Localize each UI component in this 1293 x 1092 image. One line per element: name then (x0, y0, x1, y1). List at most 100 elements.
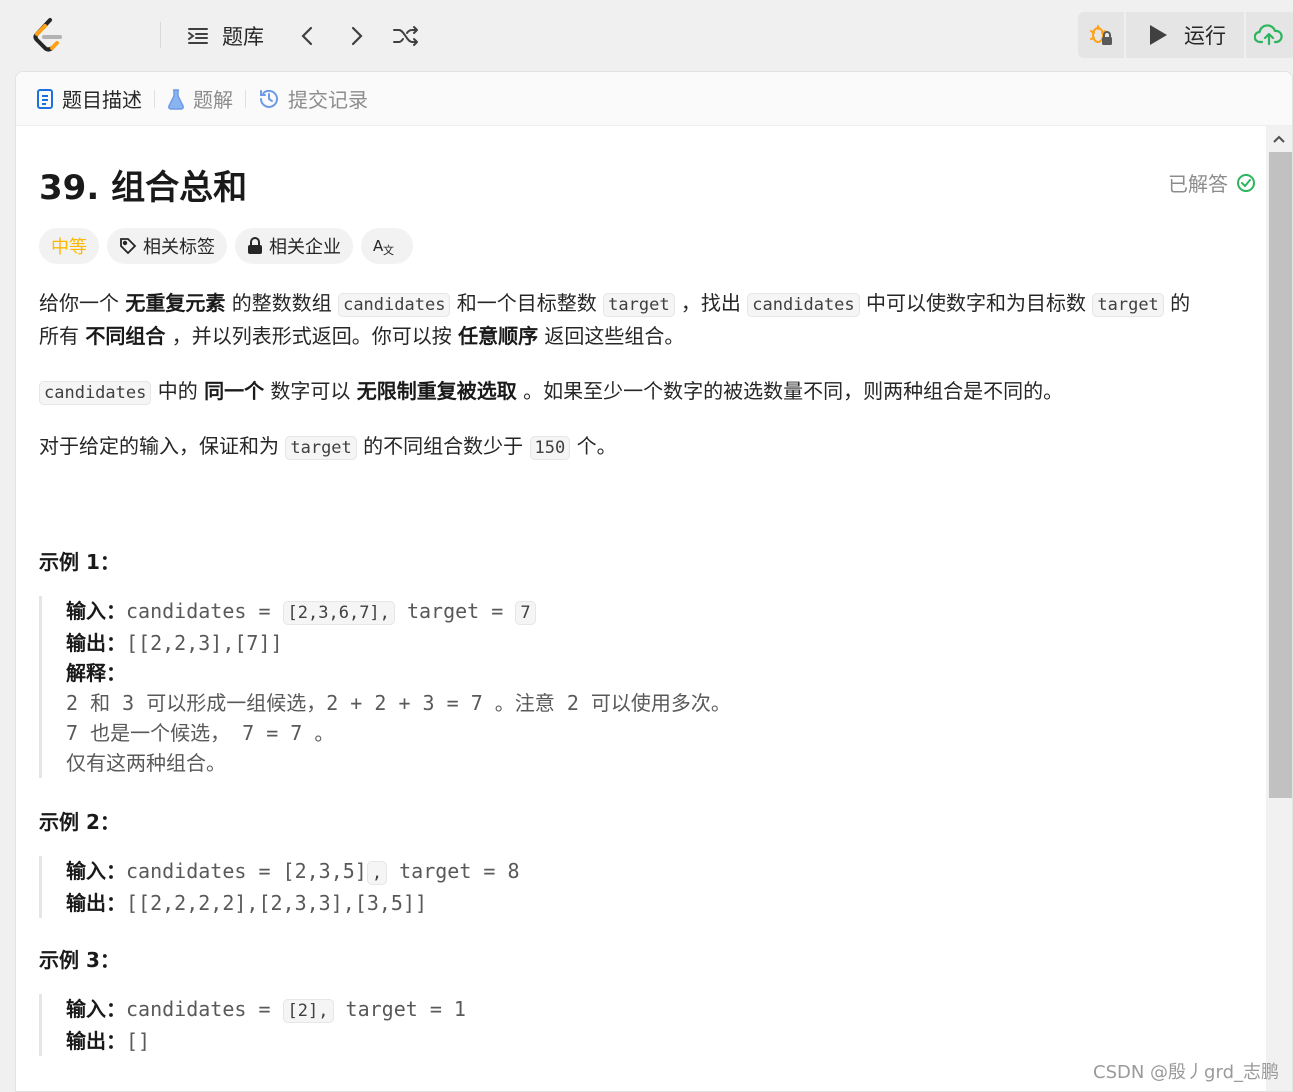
example-input-line: 输入：candidates = [2,3,6,7], target = 7 (66, 596, 731, 628)
tab-description[interactable]: 题目描述 (36, 72, 142, 126)
text: ，找出 (674, 291, 748, 315)
example-2-title: 示例 2： (39, 810, 120, 834)
problem-title: 39. 组合总和 (39, 168, 248, 208)
bold-text: 不同组合 (85, 324, 166, 348)
text: 数字可以 (264, 379, 357, 403)
input-text: target = 8 (387, 859, 520, 883)
example-input-line: 输入：candidates = [2], target = 1 (66, 994, 466, 1026)
inline-code: 7 (515, 601, 536, 625)
example-output-line: 输出：[[2,2,3],[7]] (66, 628, 731, 658)
output-text: [] (126, 1029, 151, 1053)
description-paragraph-3: 对于给定的输入，保证和为 target 的不同组合数少于 150 个。 (39, 431, 1249, 464)
solved-status: 已解答 (1168, 168, 1256, 197)
run-button[interactable]: 运行 (1126, 12, 1244, 58)
text: 给你一个 (39, 291, 126, 315)
problemset-button[interactable]: 题库 (186, 20, 264, 52)
inline-code: target (1092, 293, 1164, 317)
text: 的整数数组 (225, 291, 339, 315)
inline-code: target (603, 293, 675, 317)
next-problem-button[interactable] (344, 20, 368, 52)
debug-button[interactable] (1078, 12, 1124, 58)
tag-icon (120, 238, 137, 255)
random-problem-button[interactable] (392, 20, 420, 52)
text: 的 (1163, 291, 1191, 315)
scroll-up-button[interactable] (1266, 126, 1292, 152)
example-output-line: 输出：[] (66, 1026, 466, 1056)
tab-solutions[interactable]: 题解 (167, 72, 233, 126)
output-text: [[2,2,2,2],[2,3,3],[3,5]] (126, 891, 428, 915)
tab-divider (245, 89, 246, 108)
example-3-block: 输入：candidates = [2], target = 1 输出：[] (39, 994, 466, 1056)
input-text: target = (394, 599, 516, 623)
input-label: 输入： (66, 997, 126, 1021)
problem-description: 39. 组合总和 已解答 中等 相关标签 相关企业 A文 给你一个 无重复元素 … (16, 126, 1266, 1091)
text: 中的 (151, 379, 205, 403)
document-icon (37, 88, 53, 109)
inline-code: [2], (282, 999, 334, 1023)
run-label: 运行 (1184, 24, 1226, 48)
problem-panel: 题目描述 题解 提交记录 39. 组合总和 已解答 中等 相关标签 相关企业 A… (15, 71, 1293, 1092)
inline-code: , (366, 861, 388, 885)
explain-text: 仅有这两种组合。 (66, 751, 226, 775)
related-companies-label: 相关企业 (269, 237, 341, 258)
editor-toolbar: 运行 (1078, 12, 1293, 58)
leetcode-logo-icon[interactable] (28, 16, 68, 56)
bold-text: 无重复元素 (125, 291, 226, 315)
inline-code: candidates (747, 293, 860, 317)
inline-code: candidates (338, 293, 451, 317)
lock-icon (248, 237, 262, 254)
check-circle-icon (1237, 173, 1255, 192)
text: 中可以使数字和为目标数 (859, 291, 1093, 315)
example-output-line: 输出：[[2,2,2,2],[2,3,3],[3,5]] (66, 888, 520, 918)
text: 的不同组合数少于 (356, 434, 530, 458)
bold-text: 同一个 (204, 379, 265, 403)
inline-code: target (285, 436, 357, 460)
flask-icon (167, 88, 185, 110)
difficulty-badge: 中等 (39, 228, 99, 264)
explain-label: 解释： (66, 661, 126, 685)
bold-text: 任意顺序 (458, 324, 539, 348)
tab-description-label: 题目描述 (62, 88, 142, 112)
example-2-block: 输入：candidates = [2,3,5], target = 8 输出：[… (39, 856, 520, 918)
text: 对于给定的输入，保证和为 (39, 434, 286, 458)
explain-text: 2 和 3 可以形成一组候选，2 + 2 + 3 = 7 。注意 2 可以使用多… (66, 691, 731, 715)
text: 。如果至少一个数字的被选数量不同，则两种组合是不同的。 (516, 379, 1064, 403)
input-text: candidates = (126, 599, 283, 623)
description-paragraph-2: candidates 中的 同一个 数字可以 无限制重复被选取 。如果至少一个数… (39, 376, 1249, 409)
text: 个。 (570, 434, 617, 458)
example-1-title: 示例 1： (39, 550, 120, 574)
solved-label: 已解答 (1168, 172, 1228, 196)
output-label: 输出： (66, 631, 126, 655)
description-paragraph-1: 给你一个 无重复元素 的整数数组 candidates 和一个目标整数 targ… (39, 288, 1249, 352)
example-3-title: 示例 3： (39, 948, 120, 972)
bold-text: 无限制重复被选取 (356, 379, 517, 403)
related-companies-button[interactable]: 相关企业 (235, 228, 353, 264)
top-navbar: 题库 运行 (0, 0, 1293, 70)
inline-code: [2,3,6,7], (282, 601, 395, 625)
tab-submissions-label: 提交记录 (288, 88, 368, 112)
scrollbar-thumb[interactable] (1269, 152, 1292, 798)
tab-divider (154, 89, 155, 108)
translate-button[interactable]: A文 (361, 228, 413, 264)
example-input-line: 输入：candidates = [2,3,5], target = 8 (66, 856, 520, 888)
explain-text: 7 也是一个候选， 7 = 7 。 (66, 721, 335, 745)
tab-submissions[interactable]: 提交记录 (258, 72, 368, 126)
play-icon (1150, 25, 1167, 45)
input-text: candidates = (126, 997, 283, 1021)
example-1-block: 输入：candidates = [2,3,6,7], target = 7 输出… (39, 596, 731, 778)
vertical-scrollbar[interactable] (1266, 126, 1292, 1091)
divider (160, 22, 161, 48)
input-label: 输入： (66, 599, 126, 623)
related-tags-label: 相关标签 (143, 237, 215, 258)
output-label: 输出： (66, 1029, 126, 1053)
chevron-up-icon (1273, 135, 1285, 143)
submit-button[interactable] (1246, 12, 1293, 58)
bug-lock-icon (1090, 25, 1112, 45)
text: 返回这些组合。 (538, 324, 685, 348)
related-tags-button[interactable]: 相关标签 (107, 228, 227, 264)
shuffle-icon (393, 26, 418, 46)
translate-icon: A文 (373, 237, 394, 256)
inline-code: 150 (529, 436, 571, 460)
prev-problem-button[interactable] (296, 20, 320, 52)
cloud-upload-icon (1254, 24, 1283, 46)
